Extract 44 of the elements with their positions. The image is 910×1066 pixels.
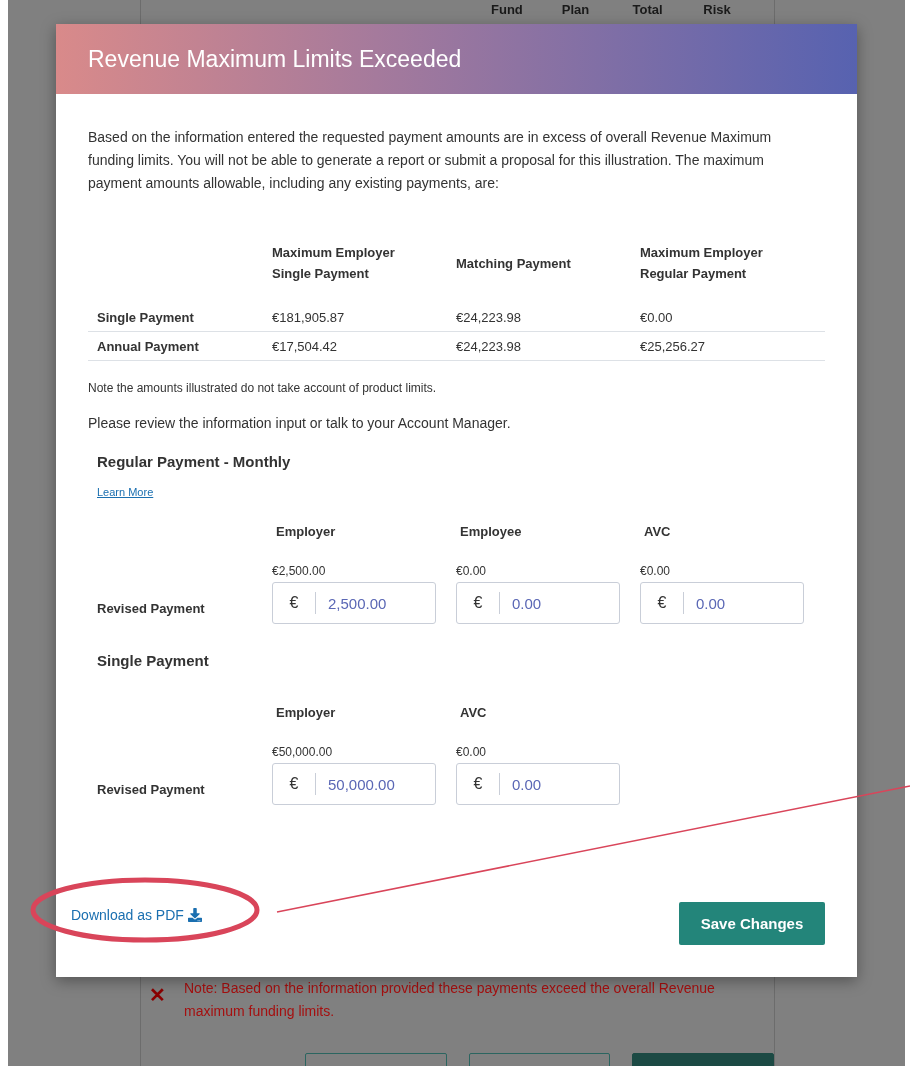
row-label: Annual Payment <box>96 338 200 354</box>
section-title: Regular Payment - Monthly <box>97 453 292 470</box>
error-message: Note: Based on the information provided these payments exceed the overall Revenue maximum funding limits. <box>184 979 716 1021</box>
column-label: Employee <box>459 524 523 541</box>
error-icon: ✕ <box>149 977 166 1023</box>
dialog-title: Revenue Maximum Limits Exceeded <box>88 45 462 73</box>
save-button[interactable]: Save Changes <box>679 902 825 945</box>
table-cell-text: €181,905.87 <box>272 309 346 325</box>
column-label: Employer <box>275 524 337 541</box>
column-header: Plan <box>561 2 591 17</box>
download-link[interactable]: Download as PDF <box>71 907 202 923</box>
current-amount: €50,000.00 <box>272 745 334 761</box>
current-amount: €0.00 <box>640 564 672 580</box>
column-label: AVC <box>459 705 488 722</box>
column-header: Maximum Employer Regular Payment <box>640 244 764 283</box>
current-amount: €0.00 <box>456 564 488 580</box>
review-text: Please review the information input or talk to your Account Manager. <box>88 415 512 431</box>
table-cell-text: €0.00 <box>640 309 674 325</box>
current-amount: €2,500.00 <box>272 564 327 580</box>
row-label: Revised Payment <box>96 601 206 618</box>
column-header: Maximum Employer Single Payment <box>272 244 396 283</box>
learn-more-link[interactable]: Learn More <box>97 486 154 498</box>
download-icon <box>187 908 202 922</box>
table-cell-text: €24,223.98 <box>456 309 523 325</box>
amount-field[interactable]: € 50,000.00 <box>272 763 436 805</box>
column-header: Fund <box>491 2 524 17</box>
amount-field[interactable]: € 0.00 <box>456 763 620 805</box>
table-cell-text: €25,256.27 <box>640 338 707 354</box>
column-header: Risk <box>703 2 732 17</box>
row-label: Revised Payment <box>96 782 206 799</box>
table-cell-text: €17,504.42 <box>272 338 339 354</box>
amount-field[interactable]: € 0.00 <box>456 582 620 624</box>
table-cell-text: €24,223.98 <box>456 338 523 354</box>
column-label: Employer <box>275 705 337 722</box>
row-label: Single Payment <box>96 309 195 325</box>
column-header: Matching Payment <box>456 254 572 273</box>
amount-field[interactable]: € 0.00 <box>640 582 804 624</box>
intro-text: Based on the information entered the requested payment amounts are in excess of overall Revenue Maximum funding limits. You will not be able to generate a report or submit a proposal for this illustration. The maximum payment amounts allowable, including any existing payments, are: <box>88 128 773 193</box>
current-amount: €0.00 <box>456 745 488 761</box>
amount-field[interactable]: € 2,500.00 <box>272 582 436 624</box>
section-title: Single Payment <box>97 652 210 669</box>
column-header: Total <box>632 2 664 17</box>
column-label: AVC <box>643 524 672 541</box>
note-text: Note the amounts illustrated do not take account of product limits. <box>88 381 438 395</box>
